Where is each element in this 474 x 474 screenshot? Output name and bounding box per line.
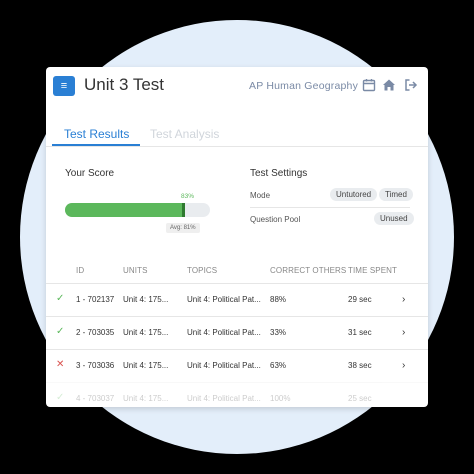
mode-label: Mode bbox=[250, 191, 271, 200]
course-name[interactable]: AP Human Geography bbox=[249, 80, 358, 92]
score-bar-marker bbox=[182, 203, 185, 217]
tab-test-results[interactable]: Test Results bbox=[64, 127, 129, 141]
score-bar-fill bbox=[65, 203, 185, 217]
calendar-icon[interactable] bbox=[362, 78, 376, 92]
logout-icon[interactable] bbox=[404, 78, 418, 92]
menu-button[interactable]: ≡ bbox=[53, 76, 75, 96]
score-percent: 83% bbox=[181, 193, 195, 200]
row-id: 4 - 703037 bbox=[76, 394, 115, 403]
correct-icon: ✓ bbox=[56, 293, 65, 304]
row-topics: Unit 4: Political Pat... bbox=[187, 295, 261, 304]
chevron-right-icon[interactable]: › bbox=[402, 327, 405, 338]
settings-label: Test Settings bbox=[250, 168, 308, 179]
row-time-spent: 31 sec bbox=[348, 328, 372, 337]
column-header-units: UNITS bbox=[123, 266, 148, 275]
menu-icon: ≡ bbox=[60, 80, 68, 92]
row-time-spent: 25 sec bbox=[348, 394, 372, 403]
mode-timed-badge: Timed bbox=[379, 188, 413, 201]
row-id: 1 - 702137 bbox=[76, 295, 115, 304]
column-header-time-spent: TIME SPENT bbox=[348, 266, 398, 275]
correct-icon: ✓ bbox=[56, 392, 65, 403]
column-header-id: ID bbox=[76, 266, 85, 275]
row-topics: Unit 4: Political Pat... bbox=[187, 361, 261, 370]
column-header-correct-others: CORRECT OTHERS bbox=[270, 266, 347, 275]
active-tab-indicator bbox=[52, 144, 140, 146]
settings-divider bbox=[250, 207, 410, 208]
question-pool-label: Question Pool bbox=[250, 215, 301, 224]
row-topics: Unit 4: Political Pat... bbox=[187, 328, 261, 337]
row-time-spent: 38 sec bbox=[348, 361, 372, 370]
row-id: 2 - 703035 bbox=[76, 328, 115, 337]
chevron-right-icon[interactable]: › bbox=[402, 294, 405, 305]
tab-bar: Test Results Test Analysis bbox=[46, 125, 428, 147]
page-title: Unit 3 Test bbox=[84, 75, 165, 94]
table-row[interactable]: ✕ 3 - 703036 Unit 4: 175... Unit 4: Poli… bbox=[46, 349, 428, 382]
table-row[interactable]: ✓ 4 - 703037 Unit 4: 175... Unit 4: Poli… bbox=[46, 382, 428, 407]
row-id: 3 - 703036 bbox=[76, 361, 115, 370]
mode-untutored-badge: Untutored bbox=[330, 188, 378, 201]
row-correct-others: 63% bbox=[270, 361, 287, 370]
home-icon[interactable] bbox=[382, 78, 396, 92]
average-score-badge: Avg: 81% bbox=[166, 223, 200, 233]
incorrect-icon: ✕ bbox=[56, 359, 65, 370]
row-correct-others: 33% bbox=[270, 328, 287, 337]
row-units: Unit 4: 175... bbox=[123, 394, 169, 403]
chevron-right-icon[interactable]: › bbox=[402, 360, 405, 371]
row-units: Unit 4: 175... bbox=[123, 361, 169, 370]
row-correct-others: 100% bbox=[270, 394, 291, 403]
table-row[interactable]: ✓ 2 - 703035 Unit 4: 175... Unit 4: Poli… bbox=[46, 316, 428, 349]
header: ≡ Unit 3 Test AP Human Geography bbox=[46, 67, 428, 107]
tab-test-analysis[interactable]: Test Analysis bbox=[150, 127, 219, 141]
row-correct-others: 88% bbox=[270, 295, 287, 304]
row-topics: Unit 4: Political Pat... bbox=[187, 394, 261, 403]
row-units: Unit 4: 175... bbox=[123, 328, 169, 337]
table-row[interactable]: ✓ 1 - 702137 Unit 4: 175... Unit 4: Poli… bbox=[46, 283, 428, 316]
test-results-card: ≡ Unit 3 Test AP Human Geography Test Re… bbox=[46, 67, 428, 407]
score-label: Your Score bbox=[65, 168, 115, 179]
row-time-spent: 29 sec bbox=[348, 295, 372, 304]
question-pool-badge: Unused bbox=[374, 212, 414, 225]
row-units: Unit 4: 175... bbox=[123, 295, 169, 304]
column-header-topics: TOPICS bbox=[187, 266, 218, 275]
score-bar bbox=[65, 203, 210, 217]
correct-icon: ✓ bbox=[56, 326, 65, 337]
